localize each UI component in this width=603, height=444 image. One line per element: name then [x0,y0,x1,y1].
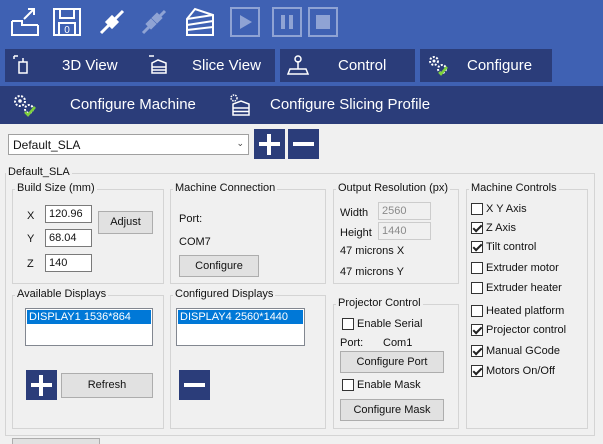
enable-mask-checkbox[interactable] [342,379,354,391]
gears-icon [426,53,450,81]
checkbox-manual-gcode-label: Manual GCode [486,345,560,357]
build-z-field[interactable]: 140 [45,254,92,272]
configured-displays-title: Configured Displays [173,288,276,300]
build-z-label: Z [27,258,34,270]
machine-controls-title: Machine Controls [469,182,559,194]
configure-mask-button[interactable]: Configure Mask [340,399,444,421]
projector-port-value: Com1 [383,337,413,349]
build-y-label: Y [27,233,35,245]
microns-y-text: 47 microns Y [340,266,404,278]
list-item[interactable]: DISPLAY4 2560*1440 [178,310,303,324]
chevron-down-icon: ⌄ [236,138,244,148]
adjust-button[interactable]: Adjust [98,211,153,234]
machine-profile-select[interactable]: Default_SLA ⌄ [8,134,249,155]
machine-profile-select-value: Default_SLA [13,138,81,152]
subtab-configure-machine-label: Configure Machine [70,96,196,113]
output-width-field[interactable]: 2560 [378,202,431,220]
build-x-field[interactable]: 120.96 [45,205,92,223]
cube-hand-icon [11,53,35,81]
minus-icon [293,142,314,146]
available-displays-list[interactable]: DISPLAY1 1536*864 [25,308,153,346]
checkbox-motors-onoff-label: Motors On/Off [486,365,555,377]
subtab-configure-slicing-profile-label: Configure Slicing Profile [270,96,431,113]
remove-profile-button[interactable] [288,129,319,159]
main-tabs: 3D View Slice View Control Configure [0,44,603,86]
projector-control-title: Projector Control [336,297,423,309]
output-width-label: Width [340,207,369,219]
joystick-icon [286,53,310,81]
configure-connection-button[interactable]: Configure [179,255,259,277]
save-slot-text: 0 [64,25,70,36]
add-display-button[interactable] [26,370,57,400]
save-icon[interactable]: 0 [50,5,84,39]
projector-port-label: Port: [340,337,364,349]
checkbox-motors-onoff[interactable] [471,365,483,377]
output-height-label: Height [340,227,372,239]
disconnect-icon[interactable] [137,5,171,39]
stop-icon[interactable] [306,5,340,39]
build-y-field[interactable]: 68.04 [45,229,92,247]
checkbox-heated-platform[interactable] [471,305,483,317]
play-icon[interactable] [228,5,262,39]
minus-icon [184,383,205,387]
remove-display-button[interactable] [179,370,210,400]
connection-port-value: COM7 [179,236,211,248]
configure-port-button[interactable]: Configure Port [340,351,444,373]
machine-profile-title: Default_SLA [6,166,72,178]
tab-configure-label: Configure [467,57,533,74]
tab-3d-view-label: 3D View [62,57,118,74]
checkbox-extruder-heater-label: Extruder heater [486,282,562,294]
configured-displays-list[interactable]: DISPLAY4 2560*1440 [176,308,305,346]
refresh-button[interactable]: Refresh [61,373,153,398]
pause-icon[interactable] [270,5,304,39]
slice-icon[interactable] [183,5,217,39]
configure-subtabs: Configure Machine Configure Slicing Prof… [0,86,603,124]
checkbox-projector-control[interactable] [471,324,483,336]
output-height-field[interactable]: 1440 [378,222,431,240]
tab-3d-view[interactable]: 3D View [5,49,145,82]
checkbox-manual-gcode[interactable] [471,345,483,357]
enable-mask-label: Enable Mask [357,379,421,391]
output-resolution-title: Output Resolution (px) [336,182,451,194]
checkbox-heated-platform-label: Heated platform [486,305,565,317]
microns-x-text: 47 microns X [340,245,405,257]
connection-port-label: Port: [179,213,203,225]
checkbox-extruder-motor-label: Extruder motor [486,262,559,274]
tab-control[interactable]: Control [280,49,415,82]
list-item[interactable]: DISPLAY1 1536*864 [27,310,151,324]
checkbox-extruder-heater[interactable] [471,282,483,294]
build-size-title: Build Size (mm) [15,182,97,194]
gears-check-icon [12,93,38,121]
checkbox-extruder-motor[interactable] [471,262,483,274]
checkbox-xy-axis-label: X Y Axis [486,203,527,215]
available-displays-title: Available Displays [15,288,109,300]
tab-configure[interactable]: Configure [420,49,552,82]
checkbox-projector-control-label: Projector control [486,324,567,336]
subtab-configure-machine[interactable]: Configure Machine [0,86,210,124]
main-toolbar: 0 [0,0,603,44]
slice-hand-icon [146,53,170,81]
tab-control-label: Control [338,57,387,74]
connect-icon[interactable] [95,5,129,39]
checkbox-tilt-control-label: Tilt control [486,241,537,253]
tab-slice-view-label: Slice View [192,57,261,74]
export-icon[interactable] [8,5,42,39]
enable-serial-label: Enable Serial [357,318,423,330]
checkbox-tilt-control[interactable] [471,241,483,253]
build-x-label: X [27,210,35,222]
enable-serial-checkbox[interactable] [342,318,354,330]
machine-connection-title: Machine Connection [173,182,278,194]
subtab-configure-slicing-profile[interactable]: Configure Slicing Profile [225,86,450,124]
add-profile-button[interactable] [254,129,285,159]
checkbox-z-axis[interactable] [471,222,483,234]
checkbox-xy-axis[interactable] [471,203,483,215]
checkbox-z-axis-label: Z Axis [486,222,516,234]
bottom-button[interactable] [12,438,100,444]
slice-profile-icon [227,93,253,121]
tab-slice-view[interactable]: Slice View [140,49,275,82]
